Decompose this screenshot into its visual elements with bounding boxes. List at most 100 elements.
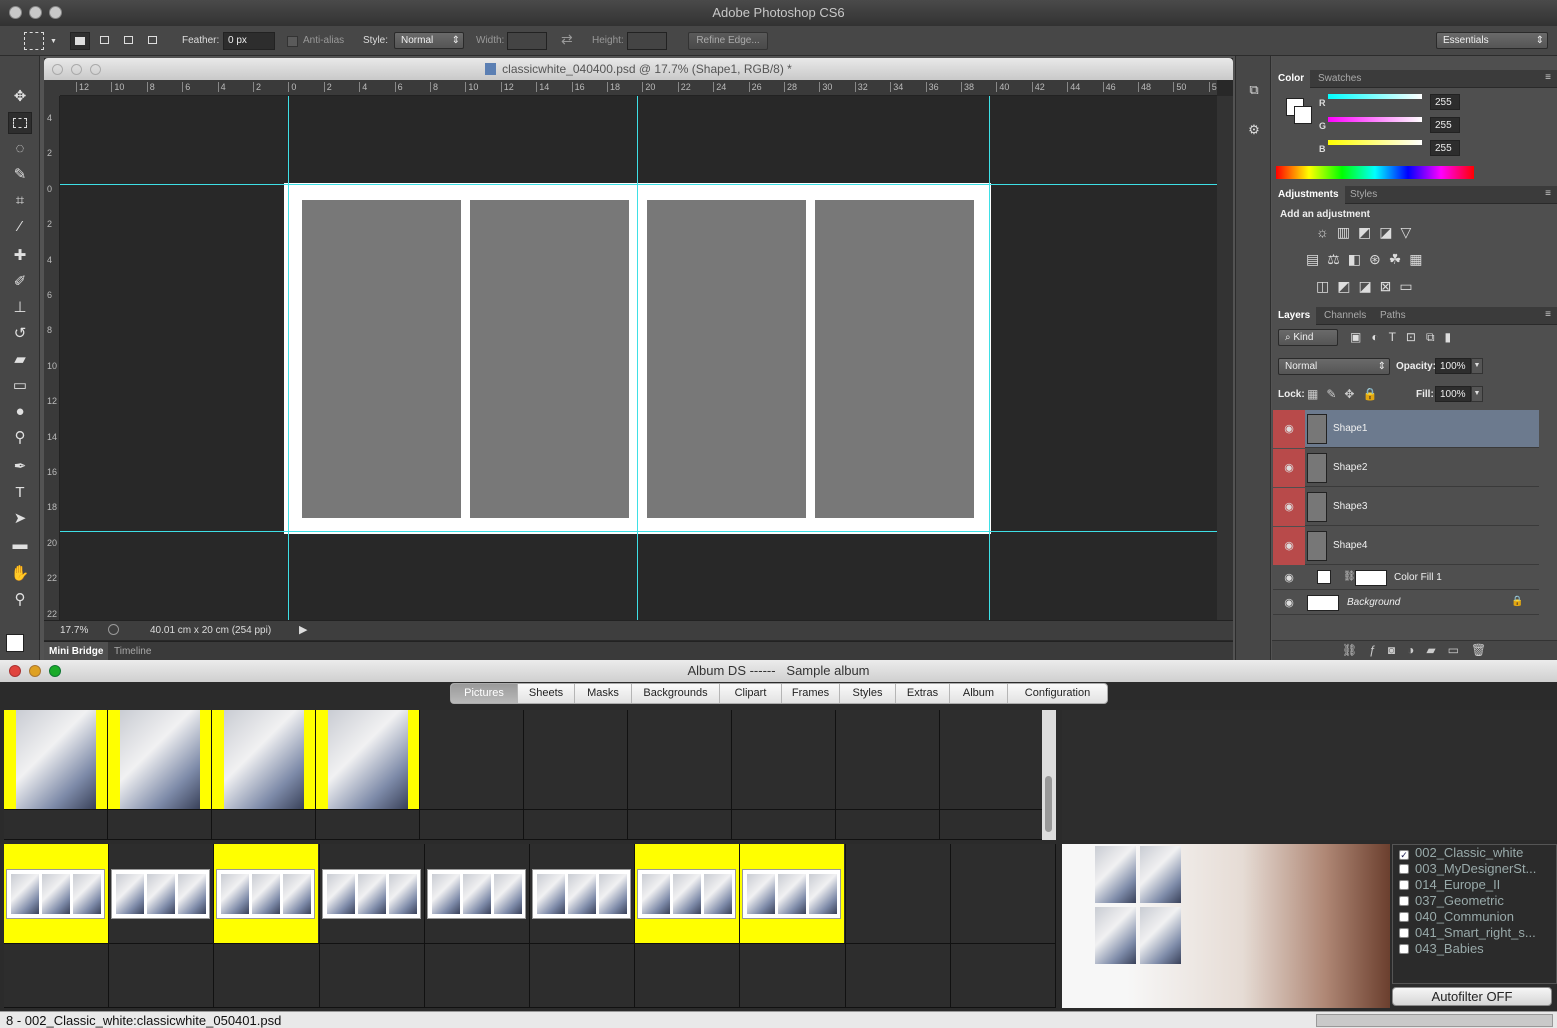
tab-configuration[interactable]: Configuration bbox=[1008, 684, 1107, 703]
height-input[interactable] bbox=[627, 32, 667, 50]
play-right-icon[interactable]: ▶ bbox=[299, 623, 307, 636]
template-item[interactable]: ✓ 002_Classic_white bbox=[1399, 845, 1523, 861]
picture-cell[interactable] bbox=[732, 710, 836, 810]
horizontal-ruler[interactable]: 12 10 8 6 4 2 0 2 4 6 8 10 12 14 16 18 20 22 24 26 28 30 32 34 3… bbox=[60, 80, 1217, 96]
picture-cell[interactable] bbox=[316, 810, 420, 840]
red-slider[interactable] bbox=[1328, 94, 1422, 99]
tab-color[interactable]: Color bbox=[1272, 70, 1311, 88]
tab-timeline[interactable]: Timeline bbox=[114, 642, 151, 661]
layer-row[interactable]: ◉ ⛓ Color Fill 1 bbox=[1273, 566, 1539, 590]
sheet-cell[interactable] bbox=[214, 844, 320, 944]
shape1-frame[interactable] bbox=[302, 200, 461, 518]
shape4-frame[interactable] bbox=[815, 200, 974, 518]
chevron-down-icon[interactable]: ▼ bbox=[1471, 386, 1483, 402]
pictures-scrollbar[interactable] bbox=[1042, 710, 1056, 840]
foreground-color-swatch[interactable] bbox=[6, 634, 24, 652]
picture-cell[interactable] bbox=[212, 810, 316, 840]
minimize-window-button[interactable] bbox=[29, 6, 42, 19]
clone-stamp-tool-icon[interactable]: ⊥ bbox=[8, 297, 32, 319]
lock-icons[interactable]: ▦✎✥🔒 bbox=[1307, 387, 1387, 401]
sheet-cell[interactable] bbox=[424, 944, 530, 1008]
picture-cell[interactable] bbox=[524, 810, 628, 840]
sheet-cell[interactable] bbox=[950, 844, 1056, 944]
layer-filter-icons[interactable]: ▣◐T⊡⧉▮ bbox=[1350, 330, 1480, 346]
checkbox-icon[interactable] bbox=[1399, 880, 1409, 890]
template-item[interactable]: 003_MyDesignerSt... bbox=[1399, 861, 1536, 877]
shape2-frame[interactable] bbox=[470, 200, 629, 518]
sheet-cell[interactable] bbox=[214, 944, 320, 1008]
brush-tool-icon[interactable]: ✐ bbox=[8, 271, 32, 293]
rectangle-tool-icon[interactable]: ▬ bbox=[8, 534, 32, 556]
tab-mini-bridge[interactable]: Mini Bridge bbox=[44, 642, 109, 661]
refine-edge-button[interactable]: Refine Edge... bbox=[688, 32, 768, 50]
style-select[interactable]: Normal ⇕ bbox=[394, 32, 464, 49]
shape3-frame[interactable] bbox=[647, 200, 806, 518]
red-value[interactable]: 255 bbox=[1430, 94, 1460, 110]
tab-styles[interactable]: Styles bbox=[840, 684, 896, 703]
visibility-eye-icon[interactable]: ◉ bbox=[1273, 527, 1305, 565]
picture-cell[interactable] bbox=[4, 710, 108, 810]
tab-masks[interactable]: Masks bbox=[575, 684, 632, 703]
adjustment-icons-row-3[interactable]: ◫◩◪⊠▭ bbox=[1316, 278, 1446, 296]
checkbox-icon[interactable] bbox=[1399, 896, 1409, 906]
adjustment-icons-row-2[interactable]: ▤⚖◧⊛☘▦ bbox=[1306, 251, 1456, 269]
template-item[interactable]: 014_Europe_II bbox=[1399, 877, 1500, 893]
sheet-cell[interactable] bbox=[950, 944, 1056, 1008]
antialias-checkbox[interactable] bbox=[287, 36, 298, 47]
template-item[interactable]: 041_Smart_right_s... bbox=[1399, 925, 1536, 941]
swap-icon[interactable]: ⇄ bbox=[561, 31, 573, 48]
gradient-tool-icon[interactable]: ▭ bbox=[8, 375, 32, 397]
ruler-origin[interactable] bbox=[44, 80, 60, 96]
tab-extras[interactable]: Extras bbox=[896, 684, 950, 703]
visibility-eye-icon[interactable]: ◉ bbox=[1273, 566, 1305, 590]
panel-menu-icon[interactable]: ≡ bbox=[1545, 309, 1551, 320]
status-info-icon[interactable] bbox=[108, 624, 119, 635]
picture-cell[interactable] bbox=[108, 810, 212, 840]
subtract-selection-icon[interactable] bbox=[120, 32, 138, 50]
marquee-tool-preset[interactable] bbox=[24, 32, 44, 50]
sheet-cell[interactable] bbox=[4, 844, 110, 944]
rectangular-marquee-tool-icon[interactable] bbox=[8, 112, 32, 134]
layer-name[interactable]: Shape1 bbox=[1333, 410, 1367, 448]
guide-vertical-left[interactable] bbox=[288, 96, 289, 622]
tab-frames[interactable]: Frames bbox=[782, 684, 840, 703]
quick-selection-tool-icon[interactable]: ✎ bbox=[8, 164, 32, 186]
panel-menu-icon[interactable]: ≡ bbox=[1545, 72, 1551, 83]
guide-vertical-right[interactable] bbox=[989, 96, 990, 622]
blue-value[interactable]: 255 bbox=[1430, 140, 1460, 156]
canvas-vertical-scrollbar[interactable] bbox=[1217, 96, 1233, 620]
picture-cell[interactable] bbox=[732, 810, 836, 840]
tab-pictures[interactable]: Pictures bbox=[451, 684, 518, 703]
visibility-eye-icon[interactable]: ◉ bbox=[1273, 488, 1305, 526]
zoom-window-button[interactable] bbox=[49, 665, 61, 677]
picture-cell[interactable] bbox=[836, 710, 940, 810]
zoom-level[interactable]: 17.7% bbox=[60, 625, 88, 636]
sheet-cell[interactable] bbox=[635, 944, 741, 1008]
checkbox-icon[interactable] bbox=[1399, 912, 1409, 922]
link-icon[interactable]: ⛓ bbox=[1343, 571, 1356, 582]
layer-action-icons[interactable]: ⛓ƒ◙◑▰▭🗑 bbox=[1342, 643, 1498, 657]
tab-clipart[interactable]: Clipart bbox=[720, 684, 782, 703]
sheet-cell[interactable] bbox=[109, 844, 215, 944]
chevron-down-icon[interactable]: ▼ bbox=[1471, 358, 1483, 374]
tab-styles[interactable]: Styles bbox=[1344, 186, 1383, 204]
minimize-document-button[interactable] bbox=[71, 64, 82, 75]
pen-tool-icon[interactable]: ✒ bbox=[8, 456, 32, 478]
visibility-eye-icon[interactable]: ◉ bbox=[1273, 449, 1305, 487]
visibility-eye-icon[interactable]: ◉ bbox=[1273, 410, 1305, 448]
sheet-cell[interactable] bbox=[740, 844, 846, 944]
adjustment-icons-row-1[interactable]: ☼▥◩◪▽ bbox=[1316, 224, 1446, 242]
close-document-button[interactable] bbox=[52, 64, 63, 75]
sheet-cell[interactable] bbox=[635, 844, 741, 944]
green-value[interactable]: 255 bbox=[1430, 117, 1460, 133]
eyedropper-tool-icon[interactable]: ⁄ bbox=[8, 216, 32, 238]
guide-horizontal-bottom[interactable] bbox=[60, 531, 1217, 532]
lasso-tool-icon[interactable]: ◌ bbox=[8, 138, 32, 160]
width-input[interactable] bbox=[507, 32, 547, 50]
add-selection-icon[interactable] bbox=[96, 32, 114, 50]
eraser-tool-icon[interactable]: ▰ bbox=[8, 349, 32, 371]
path-selection-tool-icon[interactable]: ➤ bbox=[8, 508, 32, 530]
intersect-selection-icon[interactable] bbox=[144, 32, 162, 50]
zoom-document-button[interactable] bbox=[90, 64, 101, 75]
hand-tool-icon[interactable]: ✋ bbox=[8, 563, 32, 585]
